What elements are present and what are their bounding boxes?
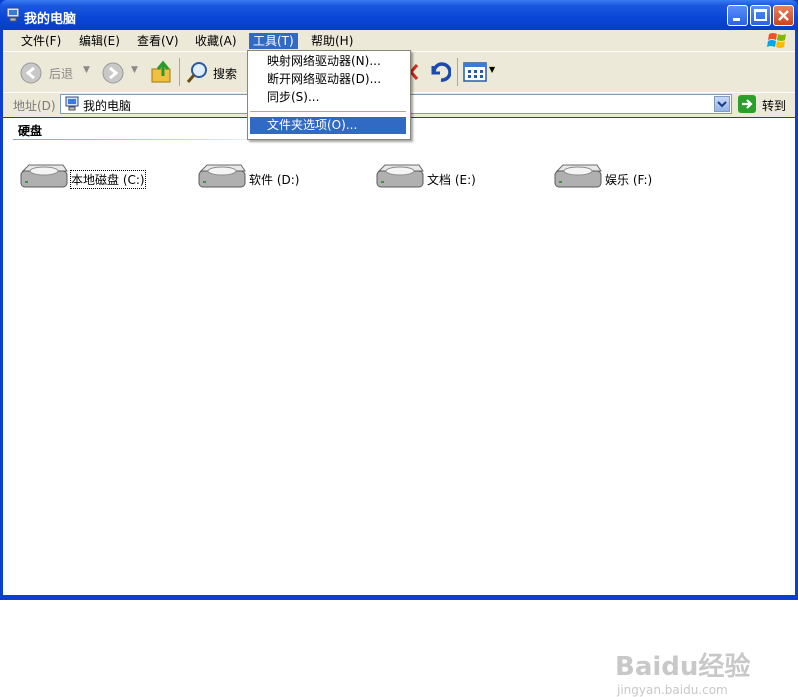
go-arrow-icon (738, 95, 756, 113)
hard-drive-icon (20, 164, 68, 188)
baidu-watermark: Baidu经验 jingyan.baidu.com (615, 646, 750, 697)
maximize-icon (754, 9, 767, 21)
explorer-window: 我的电脑 文件(F) 编辑(E) 查看(V) 收藏(A) 工具(T) 帮助(H) (0, 0, 798, 697)
windows-logo-icon (767, 33, 786, 48)
close-icon (778, 10, 789, 21)
menu-view[interactable]: 查看(V) (133, 33, 183, 49)
menu-favorites[interactable]: 收藏(A) (191, 33, 241, 49)
views-button[interactable]: ▼ (463, 61, 497, 85)
minimize-icon (733, 18, 740, 21)
chevron-down-icon (717, 101, 727, 108)
forward-arrow-icon (102, 62, 124, 84)
menu-item-disconnect-drive[interactable]: 断开网络驱动器(D)... (250, 71, 406, 88)
forward-button[interactable]: ▼ (101, 61, 143, 85)
back-button[interactable]: 后退 ▼ (19, 61, 95, 85)
menu-edit[interactable]: 编辑(E) (75, 33, 124, 49)
views-icon (463, 62, 487, 82)
tools-menu-dropdown: 映射网络驱动器(N)... 断开网络驱动器(D)... 同步(S)... 文件夹… (247, 50, 411, 140)
drive-item-c[interactable]: 本地磁盘 (C:) (19, 163, 159, 193)
drive-label: 娱乐 (F:) (605, 173, 653, 187)
hard-drive-icon (554, 164, 602, 188)
watermark-url: jingyan.baidu.com (617, 683, 728, 697)
back-dropdown-icon: ▼ (83, 65, 90, 75)
drive-label: 文档 (E:) (427, 173, 476, 187)
menu-separator (250, 111, 406, 112)
drive-label: 本地磁盘 (C:) (70, 170, 146, 189)
menu-file[interactable]: 文件(F) (17, 33, 65, 49)
menu-item-map-drive[interactable]: 映射网络驱动器(N)... (250, 53, 406, 70)
window-title: 我的电脑 (24, 12, 77, 27)
hard-drive-icon (376, 164, 424, 188)
up-folder-icon[interactable] (149, 60, 175, 86)
undo-icon[interactable] (427, 60, 451, 84)
drive-item-d[interactable]: 软件 (D:) (197, 163, 317, 193)
menu-item-folder-options[interactable]: 文件夹选项(O)... (250, 117, 406, 134)
search-label: 搜索 (213, 67, 238, 81)
toolbar-separator (179, 58, 180, 86)
computer-icon (65, 96, 79, 111)
menu-help[interactable]: 帮助(H) (307, 33, 357, 49)
section-title: 硬盘 (18, 124, 43, 138)
watermark-brand: Baidu经验 (615, 652, 751, 682)
close-button[interactable] (773, 5, 794, 26)
menu-tools[interactable]: 工具(T) (249, 33, 298, 49)
drive-item-e[interactable]: 文档 (E:) (375, 163, 495, 193)
maximize-button[interactable] (750, 5, 771, 26)
toolbar-separator (457, 58, 458, 86)
minimize-button[interactable] (727, 5, 748, 26)
forward-dropdown-icon: ▼ (131, 65, 138, 75)
title-bar[interactable]: 我的电脑 (0, 0, 798, 30)
hard-drive-icon (198, 164, 246, 188)
search-icon (186, 62, 207, 83)
menu-bar: 文件(F) 编辑(E) 查看(V) 收藏(A) 工具(T) 帮助(H) (3, 30, 795, 52)
file-view: 硬盘 本地磁盘 (C:) 软件 (D:) 文档 (E:) 娱乐 (F:) Bai… (3, 118, 795, 697)
views-dropdown-icon: ▼ (489, 65, 496, 74)
go-button[interactable]: 转到 (738, 95, 792, 115)
back-label: 后退 (49, 67, 74, 81)
computer-icon (6, 7, 20, 22)
go-label: 转到 (762, 99, 787, 113)
address-value: 我的电脑 (83, 99, 132, 113)
address-dropdown-button[interactable] (714, 96, 730, 112)
address-label: 地址(D) (13, 99, 56, 113)
drive-label: 软件 (D:) (249, 173, 300, 187)
drive-item-f[interactable]: 娱乐 (F:) (553, 163, 673, 193)
back-arrow-icon (20, 62, 42, 84)
search-button[interactable]: 搜索 (185, 61, 241, 85)
menu-item-synchronize[interactable]: 同步(S)... (250, 89, 406, 106)
